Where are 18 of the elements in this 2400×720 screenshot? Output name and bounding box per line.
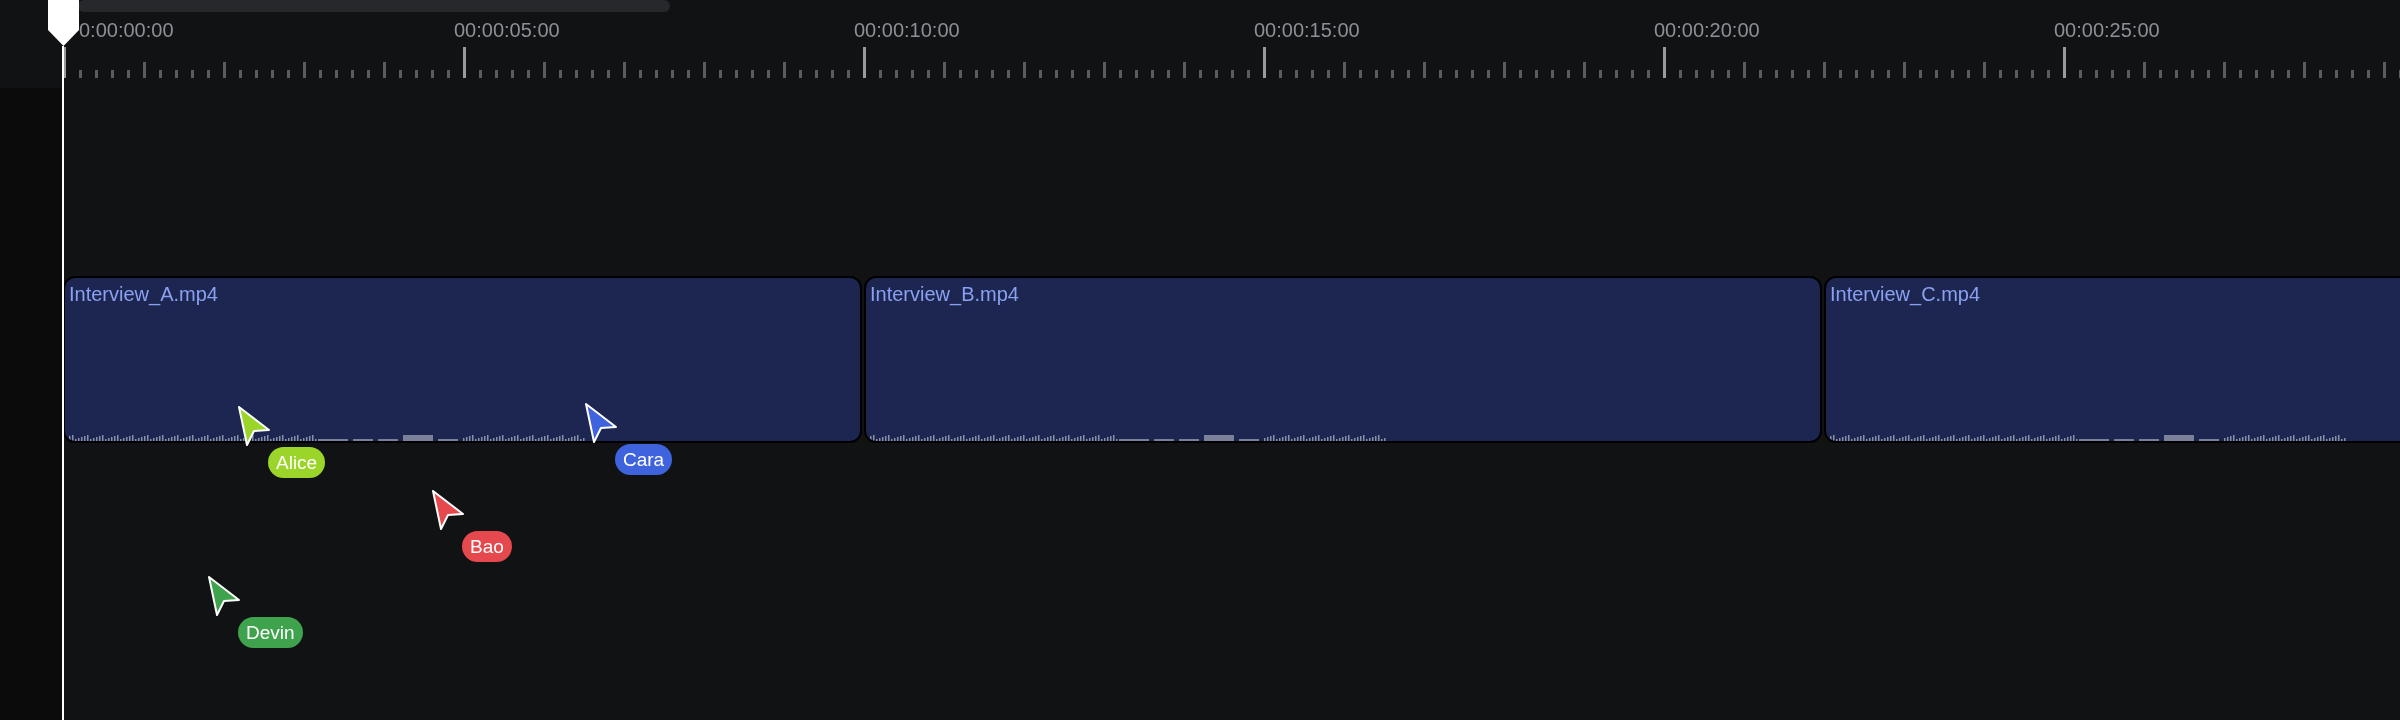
video-clip[interactable]: Interview_B.mp4 bbox=[864, 276, 1822, 443]
clip-title: Interview_C.mp4 bbox=[1830, 282, 1981, 306]
user-name-tag: Devin bbox=[238, 617, 303, 648]
timecode-label: 00:00:10:00 bbox=[854, 18, 960, 42]
timecode-label: 00:00:20:00 bbox=[1654, 18, 1760, 42]
scrollbar[interactable] bbox=[78, 0, 670, 12]
user-name-tag: Cara bbox=[615, 444, 673, 475]
clip-title: Interview_B.mp4 bbox=[870, 282, 1019, 306]
timecode-label: 00:00:15:00 bbox=[1254, 18, 1360, 42]
user-name-tag: Bao bbox=[462, 531, 512, 562]
video-clip[interactable]: Interview_A.mp4 bbox=[63, 276, 862, 443]
video-clip[interactable]: Interview_C.mp4 bbox=[1824, 276, 2400, 443]
playhead-handle[interactable] bbox=[48, 0, 79, 46]
timecode-label: 00:00:25:00 bbox=[2054, 18, 2160, 42]
timecode-label: 00:00:05:00 bbox=[454, 18, 560, 42]
timecode-label: 0:00:00:00 bbox=[79, 18, 174, 42]
clip-title: Interview_A.mp4 bbox=[69, 282, 218, 306]
user-name-tag: Alice bbox=[268, 447, 326, 478]
